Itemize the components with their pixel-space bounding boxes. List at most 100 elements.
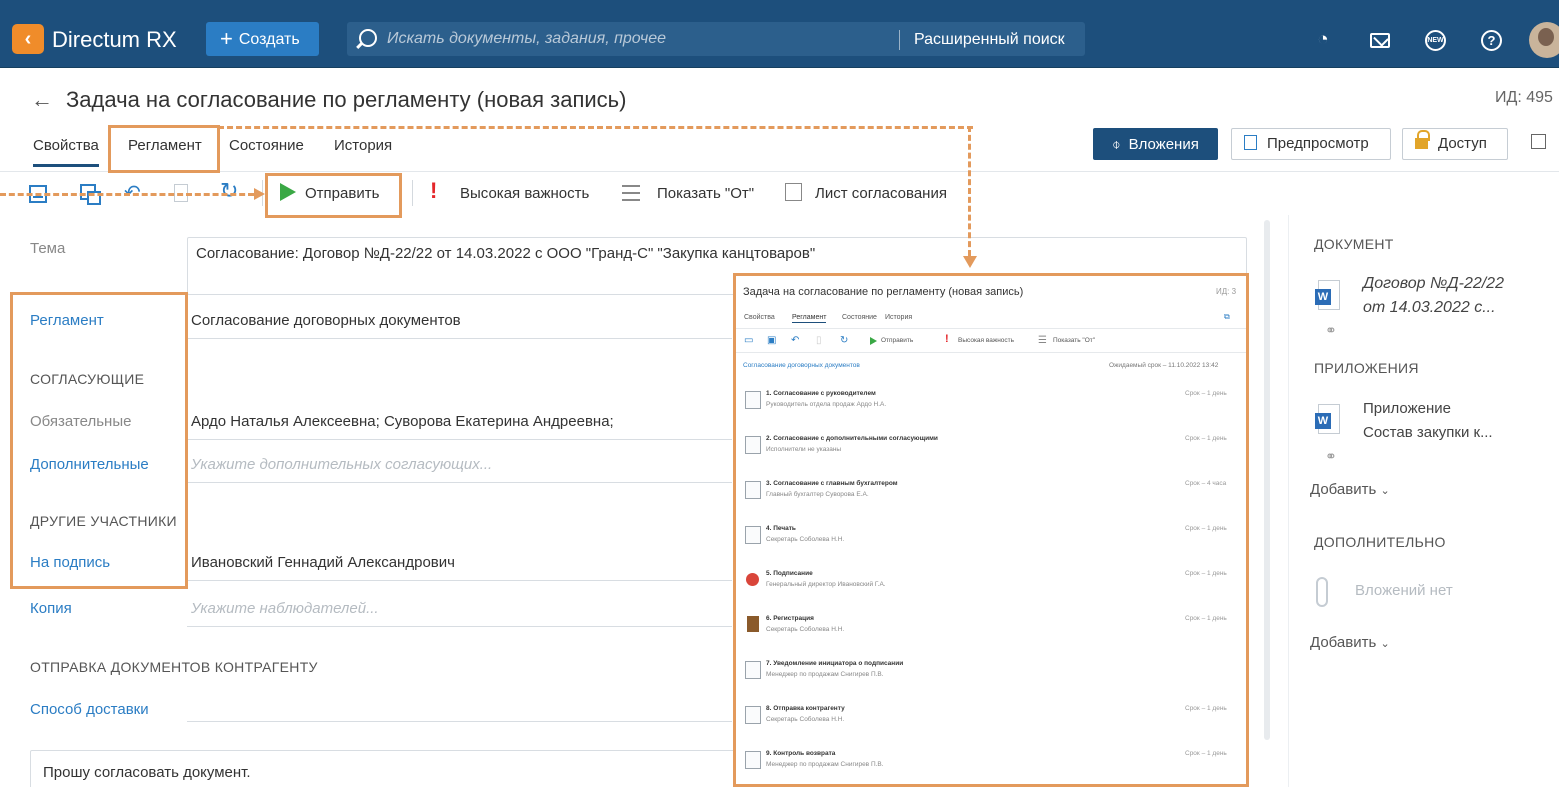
stage-item[interactable]: 1. Согласование с руководителем Руководит…	[742, 387, 1238, 427]
user-avatar[interactable]	[1529, 22, 1559, 58]
whats-new-icon[interactable]: NEW	[1425, 30, 1446, 51]
stage-item[interactable]: 3. Согласование с главным бухгалтером Гла…	[742, 477, 1238, 517]
search-input[interactable]	[387, 22, 887, 56]
preview-label: Предпросмотр	[1267, 135, 1369, 152]
participants-highlight	[10, 292, 188, 589]
inset-copy-icon[interactable]: ▯	[816, 335, 822, 346]
lock-icon	[1415, 130, 1430, 149]
stage-term: Срок – 1 день	[1185, 570, 1227, 577]
main-document-link[interactable]: Договор №Д-22/22 от 14.03.2022 с...	[1363, 272, 1504, 320]
attachments-button[interactable]: ⌽ Вложения	[1093, 128, 1218, 160]
open-in-new-window-icon[interactable]	[1531, 134, 1546, 149]
inset-tab-history[interactable]: История	[885, 314, 912, 321]
stage-item[interactable]: 7. Уведомление инициатора о подписании Ме…	[742, 657, 1238, 697]
create-button[interactable]: + Создать	[206, 22, 319, 56]
tab-state[interactable]: Состояние	[229, 137, 304, 154]
inset-regulation-link[interactable]: Согласование договорных документов	[743, 362, 860, 369]
chevron-down-icon: ⌄	[1380, 485, 1390, 497]
no-attachments-text: Вложений нет	[1355, 582, 1453, 599]
brand-name[interactable]: Directum RX	[52, 27, 177, 53]
stage-term: Срок – 1 день	[1185, 750, 1227, 757]
help-icon[interactable]: ?	[1481, 30, 1502, 51]
back-arrow-icon[interactable]: ←	[31, 87, 53, 113]
tab-history[interactable]: История	[334, 137, 392, 154]
add-additional-button[interactable]: Добавить ⌄	[1310, 634, 1390, 651]
regulation-value[interactable]: Согласование договорных документов	[191, 312, 461, 329]
document-date: от 14.03.2022 с...	[1363, 299, 1496, 316]
regulation-tab-highlight	[108, 125, 220, 173]
required-approvers-value[interactable]: Ардо Наталья Алексеевна; Суворова Екатер…	[191, 413, 614, 430]
inset-tab-properties[interactable]: Свойства	[744, 314, 775, 321]
inset-id: ИД: 3	[1216, 287, 1237, 296]
inset-due-date: Ожидаемый срок – 11.10.2022 13:42	[1109, 362, 1219, 369]
topic-value: Согласование: Договор №Д-22/22 от 14.03.…	[196, 245, 816, 262]
inset-open-icon[interactable]: ⧉	[1224, 312, 1230, 322]
plus-icon: +	[220, 26, 233, 51]
stage-performer: Менеджер по продажам Снигирев П.В.	[766, 761, 884, 768]
paperclip-icon: ⌽	[1112, 136, 1121, 152]
scrollbar[interactable]	[1264, 220, 1270, 740]
access-button[interactable]: Доступ	[1402, 128, 1508, 160]
inset-importance-button[interactable]: Высокая важность	[958, 337, 1014, 344]
connection-status-icon[interactable]: ◔	[1312, 30, 1334, 50]
stage-performer: Генеральный директор Ивановский Г.А.	[766, 581, 886, 588]
stage-item[interactable]: 2. Согласование с дополнительными соглас…	[742, 432, 1238, 472]
search-icon[interactable]	[359, 29, 377, 47]
inset-show-from-button[interactable]: Показать "От"	[1053, 337, 1095, 344]
directum-logo-icon[interactable]: ‹	[12, 24, 44, 54]
exclamation-icon[interactable]: !	[430, 178, 437, 204]
arrow-right-icon	[254, 188, 265, 200]
advanced-search-button[interactable]: Расширенный поиск	[899, 30, 1065, 50]
stage-item[interactable]: 4. Печать Секретарь Соболева Н.Н. Срок – 1…	[742, 522, 1238, 562]
stage-item[interactable]: 5. Подписание Генеральный директор Иванов…	[742, 567, 1238, 607]
inset-divider	[736, 352, 1246, 353]
stage-title: 3. Согласование с главным бухгалтером	[766, 480, 898, 487]
inset-refresh-icon[interactable]: ↻	[840, 335, 848, 346]
approval-sheet-button[interactable]: Лист согласования	[815, 185, 947, 202]
observers-input[interactable]: Укажите наблюдателей...	[191, 600, 379, 617]
list-icon[interactable]	[622, 185, 640, 201]
signer-value[interactable]: Ивановский Геннадий Александрович	[191, 554, 455, 571]
arrow-down-icon	[963, 256, 977, 268]
regulation-tab-preview: Задача на согласование по регламенту (но…	[733, 273, 1249, 787]
appendix-title: Приложение	[1363, 400, 1451, 417]
preview-icon	[1244, 135, 1257, 150]
tab-properties[interactable]: Свойства	[33, 137, 99, 167]
inset-save-icon[interactable]: ▭	[744, 335, 753, 346]
copy-link[interactable]: Копия	[30, 600, 72, 617]
field-underline	[187, 338, 732, 339]
stage-performer: Главный бухгалтер Суворова Е.А.	[766, 491, 869, 498]
delivery-method-link[interactable]: Способ доставки	[30, 701, 149, 718]
stage-term: Срок – 1 день	[1185, 525, 1227, 532]
save-and-close-icon[interactable]	[80, 184, 101, 205]
page-title: Задача на согласование по регламенту (но…	[66, 87, 627, 112]
toolbar-separator	[412, 180, 413, 206]
add-appendix-button[interactable]: Добавить ⌄	[1310, 481, 1390, 498]
word-document-icon[interactable]	[1315, 404, 1340, 434]
appendix-link[interactable]: Приложение Состав закупки к...	[1363, 397, 1493, 445]
approval-sheet-icon[interactable]	[785, 183, 802, 201]
show-from-button[interactable]: Показать "От"	[657, 185, 754, 202]
word-document-icon[interactable]	[1315, 280, 1340, 310]
stage-title: 6. Регистрация	[766, 615, 814, 622]
inset-list-icon[interactable]: ☰	[1038, 335, 1047, 346]
inset-send-button[interactable]: Отправить	[881, 337, 913, 344]
inset-undo-icon[interactable]: ↶	[791, 335, 799, 346]
high-importance-button[interactable]: Высокая важность	[460, 185, 589, 202]
stage-item[interactable]: 6. Регистрация Секретарь Соболева Н.Н. Сро…	[742, 612, 1238, 652]
additional-approvers-input[interactable]: Укажите дополнительных согласующих...	[191, 456, 492, 473]
preview-button[interactable]: Предпросмотр	[1231, 128, 1391, 160]
inset-save-close-icon[interactable]: ▣	[767, 335, 776, 346]
stage-term: Срок – 1 день	[1185, 390, 1227, 397]
inset-tab-state[interactable]: Состояние	[842, 314, 877, 321]
stage-item[interactable]: 8. Отправка контрагенту Секретарь Соболев…	[742, 702, 1238, 742]
field-underline	[187, 439, 732, 440]
stage-term: Срок – 1 день	[1185, 615, 1227, 622]
stage-performer: Секретарь Соболева Н.Н.	[766, 716, 845, 723]
refresh-icon[interactable]: ↻	[220, 178, 238, 204]
send-button-highlight	[265, 173, 402, 218]
inset-exclamation-icon[interactable]: !	[945, 333, 949, 345]
mail-icon[interactable]	[1370, 33, 1390, 48]
stage-item[interactable]: 9. Контроль возврата Менеджер по продажам…	[742, 747, 1238, 784]
inset-tab-regulation[interactable]: Регламент	[792, 314, 827, 323]
